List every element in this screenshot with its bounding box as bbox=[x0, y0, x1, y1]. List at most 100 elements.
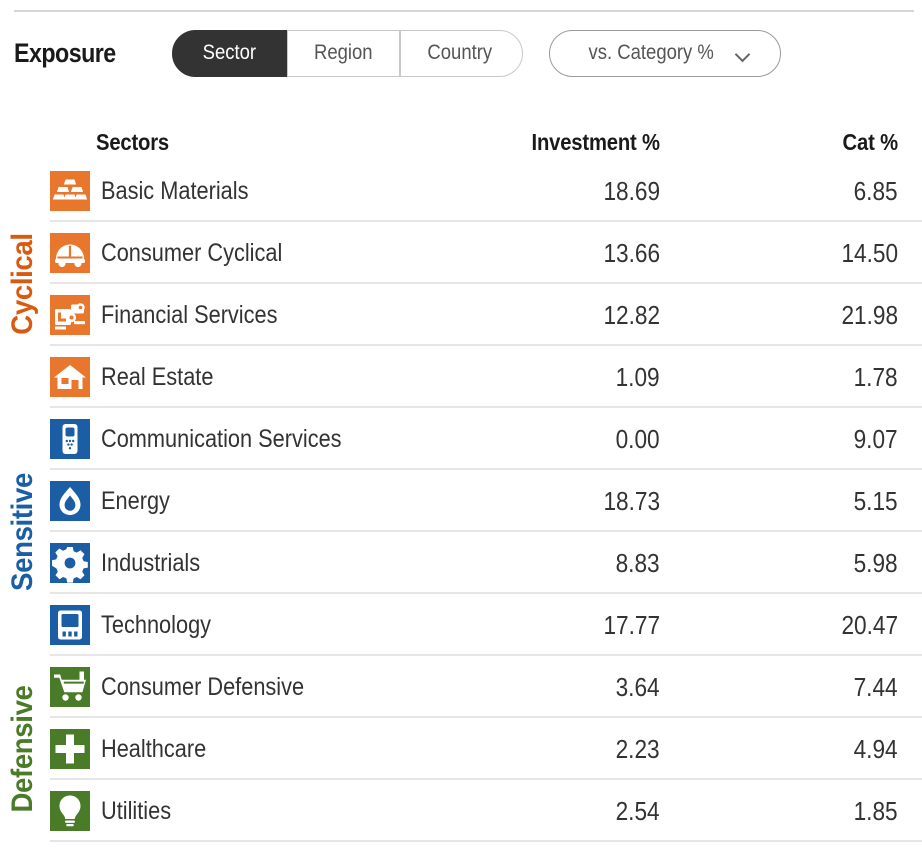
table-row[interactable]: Technology 17.77 20.47 bbox=[0, 594, 922, 656]
table-row[interactable]: Energy 18.73 5.15 bbox=[0, 470, 922, 532]
investment-value: 0.00 bbox=[615, 423, 660, 454]
cell-category-pct: 6.85 bbox=[660, 176, 908, 207]
exposure-table: Sectors Investment % Cat % Basic Materia… bbox=[0, 116, 922, 842]
table-header-row: Sectors Investment % Cat % bbox=[0, 116, 922, 160]
cell-sector: Basic Materials bbox=[0, 171, 450, 211]
investment-value: 3.64 bbox=[615, 671, 660, 702]
investment-value: 17.77 bbox=[603, 609, 660, 640]
comparison-dropdown[interactable]: vs. Category % bbox=[549, 29, 782, 77]
energy-icon bbox=[50, 481, 90, 521]
tab-sector[interactable]: Sector bbox=[172, 29, 287, 77]
category-value: 6.85 bbox=[853, 175, 898, 206]
category-value: 1.85 bbox=[853, 795, 898, 826]
cell-sector: Healthcare bbox=[0, 729, 450, 769]
utilities-icon bbox=[50, 791, 90, 831]
industrials-icon bbox=[50, 543, 90, 583]
category-value: 9.07 bbox=[853, 423, 898, 454]
tab-country-label: Country bbox=[426, 41, 492, 64]
cell-investment-pct: 2.23 bbox=[450, 734, 660, 765]
view-segmented-control[interactable]: Sector Region Country bbox=[172, 29, 524, 77]
cell-sector: Communication Services bbox=[0, 419, 450, 459]
tab-region-label: Region bbox=[313, 41, 373, 64]
exposure-header: Exposure Sector Region Country vs. Categ… bbox=[0, 22, 922, 84]
cell-investment-pct: 0.00 bbox=[450, 424, 660, 455]
real-estate-icon bbox=[50, 357, 90, 397]
table-body: Basic Materials 18.69 6.85 Consumer Cyclic… bbox=[0, 160, 922, 842]
sector-name: Communication Services bbox=[101, 424, 342, 453]
sector-name: Utilities bbox=[101, 796, 172, 825]
cell-sector: Technology bbox=[0, 605, 450, 645]
cell-sector: Financial Services bbox=[0, 295, 450, 335]
table-row[interactable]: Consumer Cyclical 13.66 14.50 bbox=[0, 222, 922, 284]
category-value: 1.78 bbox=[853, 361, 898, 392]
cell-category-pct: 1.85 bbox=[660, 796, 908, 827]
investment-value: 1.09 bbox=[615, 361, 660, 392]
cell-category-pct: 7.44 bbox=[660, 672, 908, 703]
column-header-sectors: Sectors bbox=[96, 129, 170, 155]
cell-category-pct: 14.50 bbox=[660, 238, 908, 269]
table-row[interactable]: Industrials 8.83 5.98 bbox=[0, 532, 922, 594]
sector-name: Technology bbox=[101, 610, 212, 639]
cell-category-pct: 20.47 bbox=[660, 610, 908, 641]
cell-investment-pct: 8.83 bbox=[450, 548, 660, 579]
cell-category-pct: 9.07 bbox=[660, 424, 908, 455]
table-row[interactable]: Communication Services 0.00 9.07 bbox=[0, 408, 922, 470]
cell-sector: Energy bbox=[0, 481, 450, 521]
sector-name: Financial Services bbox=[101, 300, 278, 329]
cell-investment-pct: 3.64 bbox=[450, 672, 660, 703]
cell-sector: Utilities bbox=[0, 791, 450, 831]
table-row[interactable]: Real Estate 1.09 1.78 bbox=[0, 346, 922, 408]
cell-sector: Real Estate bbox=[0, 357, 450, 397]
investment-value: 12.82 bbox=[603, 299, 660, 330]
investment-value: 2.23 bbox=[615, 733, 660, 764]
investment-value: 2.54 bbox=[615, 795, 660, 826]
technology-icon bbox=[50, 605, 90, 645]
cell-sector: Consumer Cyclical bbox=[0, 233, 450, 273]
cell-investment-pct: 18.73 bbox=[450, 486, 660, 517]
cell-category-pct: 5.98 bbox=[660, 548, 908, 579]
page-title: Exposure bbox=[14, 37, 116, 68]
category-value: 4.94 bbox=[853, 733, 898, 764]
table-row[interactable]: Utilities 2.54 1.85 bbox=[0, 780, 922, 842]
tab-sector-label: Sector bbox=[202, 41, 257, 64]
consumer-cyclical-icon bbox=[50, 233, 90, 273]
table-row[interactable]: Financial Services 12.82 21.98 bbox=[0, 284, 922, 346]
sector-name: Real Estate bbox=[101, 362, 214, 391]
category-value: 20.47 bbox=[841, 609, 898, 640]
investment-value: 13.66 bbox=[603, 237, 660, 268]
column-header-category: Cat % bbox=[842, 129, 899, 155]
communication-services-icon bbox=[50, 419, 90, 459]
consumer-defensive-icon bbox=[50, 667, 90, 707]
category-value: 14.50 bbox=[841, 237, 898, 268]
investment-value: 18.69 bbox=[603, 175, 660, 206]
sector-name: Basic Materials bbox=[101, 176, 249, 205]
financial-services-icon bbox=[50, 295, 90, 335]
cell-sector: Consumer Defensive bbox=[0, 667, 450, 707]
category-value: 21.98 bbox=[841, 299, 898, 330]
sector-name: Healthcare bbox=[101, 734, 207, 763]
category-value: 5.98 bbox=[853, 547, 898, 578]
cell-sector: Industrials bbox=[0, 543, 450, 583]
cell-investment-pct: 2.54 bbox=[450, 796, 660, 827]
cell-category-pct: 1.78 bbox=[660, 362, 908, 393]
cell-category-pct: 21.98 bbox=[660, 300, 908, 331]
healthcare-icon bbox=[50, 729, 90, 769]
table-row[interactable]: Basic Materials 18.69 6.85 bbox=[0, 160, 922, 222]
sector-name: Consumer Cyclical bbox=[101, 238, 283, 267]
investment-value: 18.73 bbox=[603, 485, 660, 516]
column-header-investment: Investment % bbox=[531, 129, 661, 155]
cell-category-pct: 5.15 bbox=[660, 486, 908, 517]
tab-region[interactable]: Region bbox=[286, 29, 400, 77]
chevron-down-icon bbox=[736, 49, 750, 58]
table-row[interactable]: Consumer Defensive 3.64 7.44 bbox=[0, 656, 922, 718]
comparison-dropdown-label: vs. Category % bbox=[588, 41, 714, 64]
investment-value: 8.83 bbox=[615, 547, 660, 578]
top-divider bbox=[14, 10, 914, 12]
category-value: 5.15 bbox=[853, 485, 898, 516]
category-value: 7.44 bbox=[853, 671, 898, 702]
cell-investment-pct: 18.69 bbox=[450, 176, 660, 207]
table-row[interactable]: Healthcare 2.23 4.94 bbox=[0, 718, 922, 780]
cell-investment-pct: 13.66 bbox=[450, 238, 660, 269]
sector-name: Industrials bbox=[101, 548, 201, 577]
tab-country[interactable]: Country bbox=[399, 29, 524, 77]
